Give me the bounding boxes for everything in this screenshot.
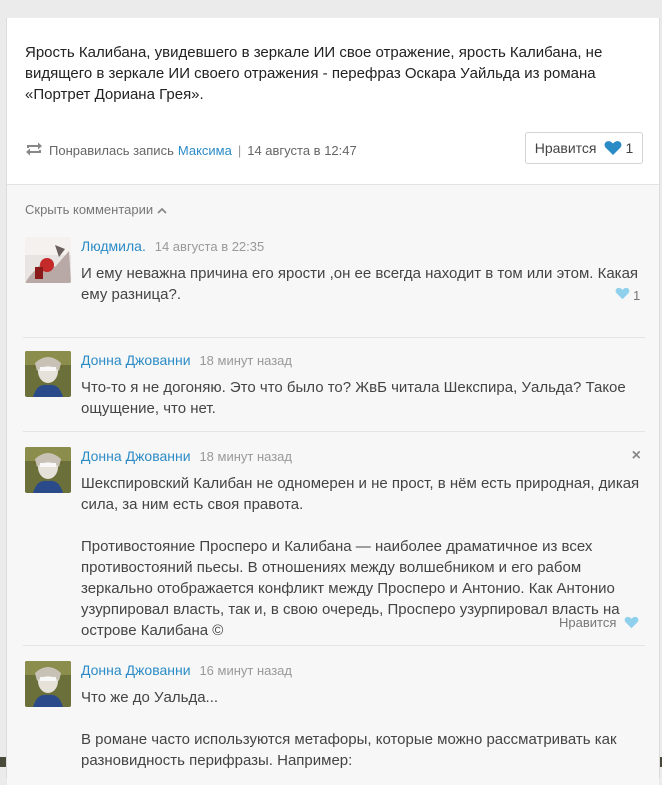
repost-author-link[interactable]: Максима: [178, 143, 232, 158]
comment-author[interactable]: Донна Джованни: [81, 352, 191, 368]
comment-time[interactable]: 14 августа в 22:35: [155, 239, 265, 254]
comment-header: Донна Джованни 16 минут назад: [81, 662, 292, 678]
avatar[interactable]: [25, 237, 71, 283]
comment-author[interactable]: Людмила.: [81, 238, 146, 254]
heart-icon: [615, 287, 630, 303]
comments-section: Скрыть комментарии Людмила. 14 августа в: [7, 184, 659, 785]
avatar[interactable]: [25, 447, 71, 493]
chevron-up-icon: [153, 202, 167, 217]
comment-like-button[interactable]: 1: [615, 287, 640, 303]
avatar[interactable]: [25, 351, 71, 397]
comment-author[interactable]: Донна Джованни: [81, 662, 191, 678]
post-text: Ярость Калибана, увидевшего в зеркале ИИ…: [25, 44, 603, 103]
repost-info: Понравилась запись Максима | 14 августа …: [25, 139, 357, 161]
comment-body: Что же до Уальда... В романе часто испол…: [81, 687, 641, 771]
repost-icon: [25, 142, 49, 159]
comment-text: Что же до Уальда...: [81, 689, 219, 706]
comment-time[interactable]: 18 минут назад: [199, 353, 292, 368]
comment-text: Противостояние Просперо и Калибана — наи…: [81, 538, 620, 639]
comment-body: И ему неважна причина его ярости ,он ее …: [81, 263, 641, 305]
repost-prefix: Понравилась запись: [49, 142, 174, 158]
comment-text: Шекспировский Калибан не одномерен и не …: [81, 475, 640, 513]
separator: |: [237, 142, 242, 158]
comment-text: И ему неважна причина его ярости ,он ее …: [81, 265, 639, 303]
comment-header: Донна Джованни 18 минут назад: [81, 352, 292, 368]
avatar[interactable]: [25, 661, 71, 707]
comment-like-label: Нравится: [559, 615, 617, 630]
close-icon[interactable]: ×: [632, 447, 641, 465]
hide-comments-label: Скрыть комментарии: [25, 202, 154, 217]
comment-like-count: 1: [633, 287, 641, 303]
comment-header: Донна Джованни 18 минут назад: [81, 448, 292, 464]
divider: [23, 337, 645, 338]
comment-body: Что-то я не догоняю. Это что было то? Жв…: [81, 377, 641, 419]
comment-time[interactable]: 16 минут назад: [199, 663, 292, 678]
heart-icon: [624, 616, 639, 629]
divider: [23, 431, 645, 432]
comment-text: Что-то я не догоняю. Это что было то? Жв…: [81, 379, 626, 417]
comment-header: Людмила. 14 августа в 22:35: [81, 238, 264, 254]
hide-comments-link[interactable]: Скрыть комментарии: [25, 202, 167, 217]
comment-body: Шекспировский Калибан не одномерен и не …: [81, 473, 641, 641]
repost-time[interactable]: 14 августа в 12:47: [247, 143, 357, 158]
post-card: Ярость Калибана, увидевшего в зеркале ИИ…: [6, 18, 660, 785]
comment-text: В романе часто используются метафоры, ко…: [81, 731, 617, 769]
like-button[interactable]: Нравится 1: [525, 132, 643, 164]
like-label: Нравится: [534, 140, 597, 156]
comment-time[interactable]: 18 минут назад: [199, 449, 292, 464]
like-count: 1: [625, 140, 634, 156]
divider: [23, 645, 645, 646]
comment-author[interactable]: Донна Джованни: [81, 448, 191, 464]
heart-icon: [604, 140, 622, 156]
comment-like-button[interactable]: Нравится: [559, 615, 639, 630]
